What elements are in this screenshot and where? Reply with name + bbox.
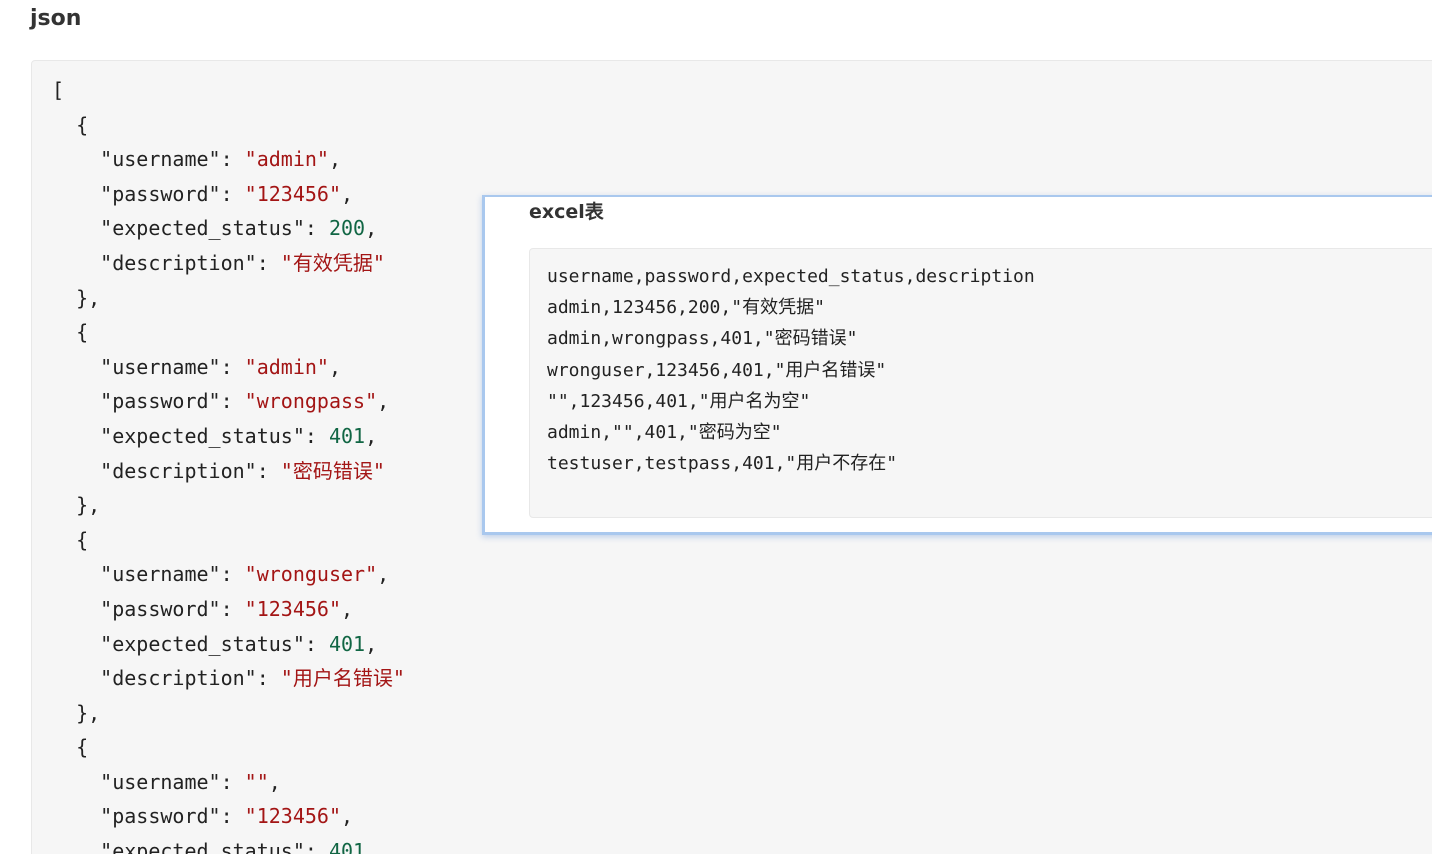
excel-code-line: admin,123456,200,"有效凭据" — [547, 297, 825, 319]
json-code-line: "password": "wrongpass", — [100, 389, 390, 414]
json-code-line: "username": "admin", — [100, 147, 342, 172]
json-code-line: "password": "123456", — [100, 181, 354, 206]
excel-code-block: username,password,expected_status,descri… — [529, 248, 1432, 518]
json-code-line: "description": "用户名错误" — [100, 666, 405, 691]
json-code-line: "password": "123456", — [100, 804, 354, 829]
excel-section-title: excel表 — [529, 201, 604, 223]
json-code-line: "username": "", — [100, 769, 281, 794]
json-code: [ { "username": "admin", "password": "12… — [52, 73, 405, 854]
excel-popup-panel: excel表 username,password,expected_status… — [482, 195, 1432, 535]
json-code-line: "password": "123456", — [100, 596, 354, 621]
json-code-line: "username": "admin", — [100, 354, 342, 379]
json-code-line: [ — [52, 78, 65, 102]
json-code-line: "expected_status": 401, — [100, 839, 378, 854]
json-code-line: { — [52, 735, 89, 760]
json-code-line: }, — [52, 285, 101, 310]
excel-code-line: "",123456,401,"用户名为空" — [547, 390, 811, 412]
json-code-line: { — [52, 527, 89, 552]
json-code-line: "expected_status": 401, — [100, 631, 378, 656]
json-code-line: "description": "有效凭据" — [100, 250, 385, 275]
json-code-line: { — [52, 320, 89, 345]
excel-code-line: admin,"",401,"密码为空" — [547, 422, 782, 444]
excel-code-line: admin,wrongpass,401,"密码错误" — [547, 328, 858, 350]
json-code-line: "expected_status": 401, — [100, 423, 378, 448]
excel-code-line: testuser,testpass,401,"用户不存在" — [547, 453, 898, 475]
json-section-title: json — [30, 6, 82, 31]
excel-code-line: username,password,expected_status,descri… — [547, 266, 1035, 287]
document-page: json [ { "username": "admin", "password"… — [0, 0, 1432, 854]
json-code-line: }, — [52, 700, 101, 725]
excel-code: username,password,expected_status,descri… — [547, 261, 1035, 479]
json-code-line: "expected_status": 200, — [100, 216, 378, 241]
json-code-line: }, — [52, 493, 101, 518]
json-code-line: "description": "密码错误" — [100, 458, 385, 483]
json-code-line: "username": "wronguser", — [100, 562, 390, 587]
excel-code-line: wronguser,123456,401,"用户名错误" — [547, 359, 887, 381]
json-code-line: { — [52, 112, 89, 137]
